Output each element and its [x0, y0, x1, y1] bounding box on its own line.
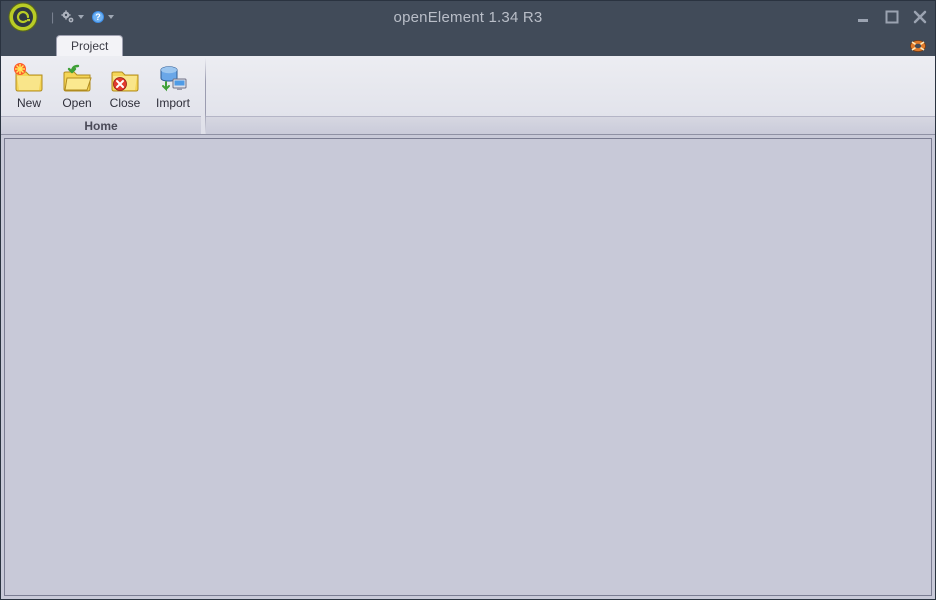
chevron-down-icon [78, 15, 84, 19]
import-icon [157, 62, 189, 94]
ribbon-group-label-empty [206, 116, 935, 134]
title-bar: | ? openElement 1.34 R3 [1, 1, 935, 33]
settings-button[interactable] [59, 7, 86, 27]
qat-separator: | [51, 10, 54, 24]
minimize-button[interactable] [855, 8, 873, 26]
open-button[interactable]: Open [55, 60, 99, 116]
ribbon-group-home: New Open [1, 56, 201, 134]
window-title: openElement 1.34 R3 [1, 9, 935, 26]
close-project-button[interactable]: Close [103, 60, 147, 116]
folder-open-icon [61, 62, 93, 94]
ribbon-group-label: Home [1, 116, 201, 134]
close-icon [913, 10, 927, 24]
button-label: Open [62, 97, 91, 109]
app-logo[interactable] [1, 1, 45, 33]
ribbon: New Open [1, 56, 935, 135]
chevron-down-icon [108, 15, 114, 19]
lifebuoy-icon [909, 38, 927, 54]
help-button[interactable]: ? [89, 7, 116, 27]
ribbon-empty-area [206, 56, 935, 134]
maximize-icon [885, 10, 899, 24]
quick-access-toolbar: | ? [51, 7, 116, 27]
new-button[interactable]: New [7, 60, 51, 116]
folder-new-icon [13, 62, 45, 94]
import-button[interactable]: Import [151, 60, 195, 116]
svg-text:?: ? [95, 12, 101, 22]
content-area [4, 138, 932, 596]
ribbon-buttons: New Open [1, 56, 201, 116]
button-label: Close [110, 97, 141, 109]
help-icon: ? [91, 10, 105, 24]
button-label: Import [156, 97, 190, 109]
tab-label: Project [71, 39, 108, 53]
tab-project[interactable]: Project [56, 35, 123, 56]
tabstrip-help-button[interactable] [909, 38, 927, 54]
close-button[interactable] [911, 8, 929, 26]
gear-icon [61, 10, 75, 24]
button-label: New [17, 97, 41, 109]
minimize-icon [857, 10, 871, 24]
window-controls [855, 1, 929, 33]
ribbon-tab-strip: Project [1, 33, 935, 56]
folder-close-icon [109, 62, 141, 94]
maximize-button[interactable] [883, 8, 901, 26]
